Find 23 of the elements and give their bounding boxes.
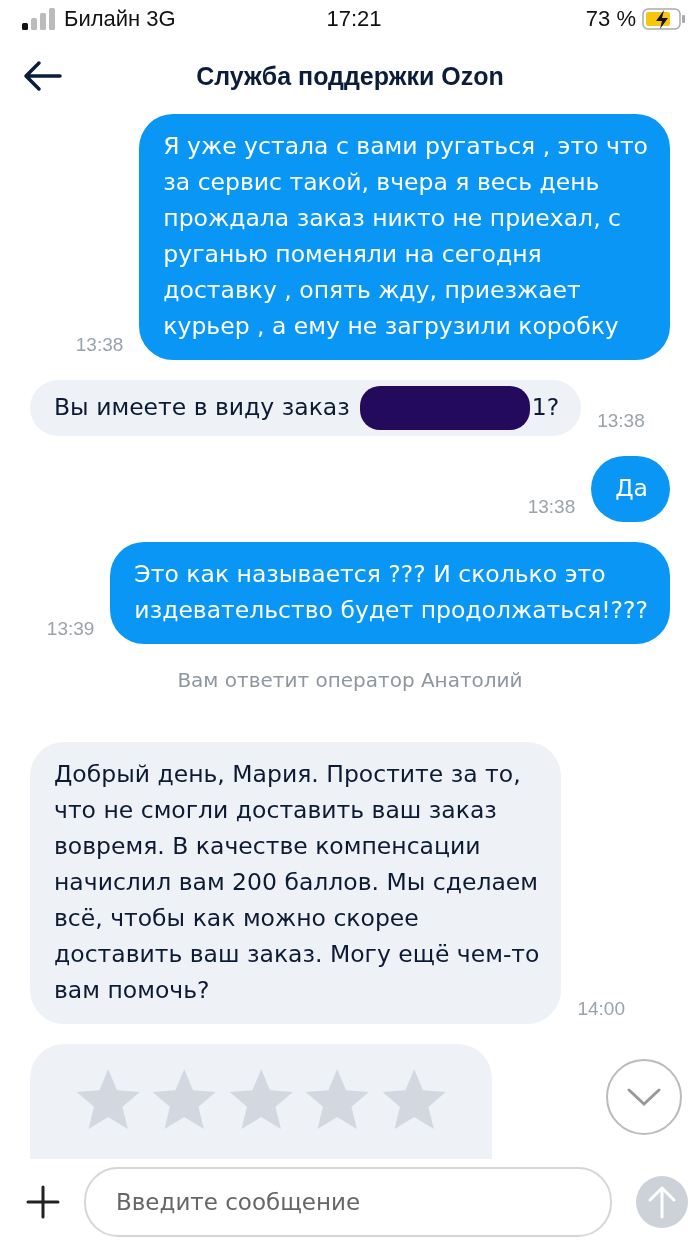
send-button[interactable] [636, 1176, 688, 1228]
signal-icon [22, 8, 58, 30]
chevron-down-icon [626, 1087, 662, 1107]
arrow-up-icon [647, 1185, 677, 1219]
message-bubble: Я уже устала с вами ругаться , это что за сервис такой, вчера я весь день прождала заказ никто не приехал, с руганью поменяли на сегодня доставку , опять жду, приезжает курьер , а ему не загрузили коробку [139, 114, 670, 360]
clock: 17:21 [326, 6, 382, 32]
message-bubble: Вы имеете в виду заказ 1? [30, 380, 582, 436]
message-time: 13:38 [597, 410, 645, 433]
battery-charging-icon [642, 8, 686, 30]
message-bubble: Да [591, 456, 670, 522]
chat-title: Служба поддержки Ozon [196, 61, 504, 91]
message-time: 13:38 [527, 496, 576, 519]
message-bubble: Добрый день, Мария. Простите за то, что не смогли доставить ваш заказ вовремя. В качестве компенсации начислил вам 200 баллов. Мы сделаем всё, чтобы как можно скорее доставить ваш заказ. Могу ещё чем-то вам помочь? [30, 742, 562, 1024]
battery-percent: 73 % [585, 6, 636, 32]
back-arrow-icon[interactable] [22, 60, 62, 92]
plus-icon[interactable] [26, 1185, 60, 1219]
message-input[interactable]: Введите сообщение [84, 1167, 612, 1237]
message-bubble: Это как называется ??? И сколько это издевательство будет продолжаться!??? [110, 542, 670, 644]
message-time: 13:38 [75, 334, 124, 357]
message-time: 14:00 [577, 998, 625, 1021]
message-time: 13:39 [46, 618, 95, 641]
carrier-name: Билайн 3G [64, 6, 176, 32]
operator-notice: Вам ответит оператор Анатолий [177, 668, 523, 692]
